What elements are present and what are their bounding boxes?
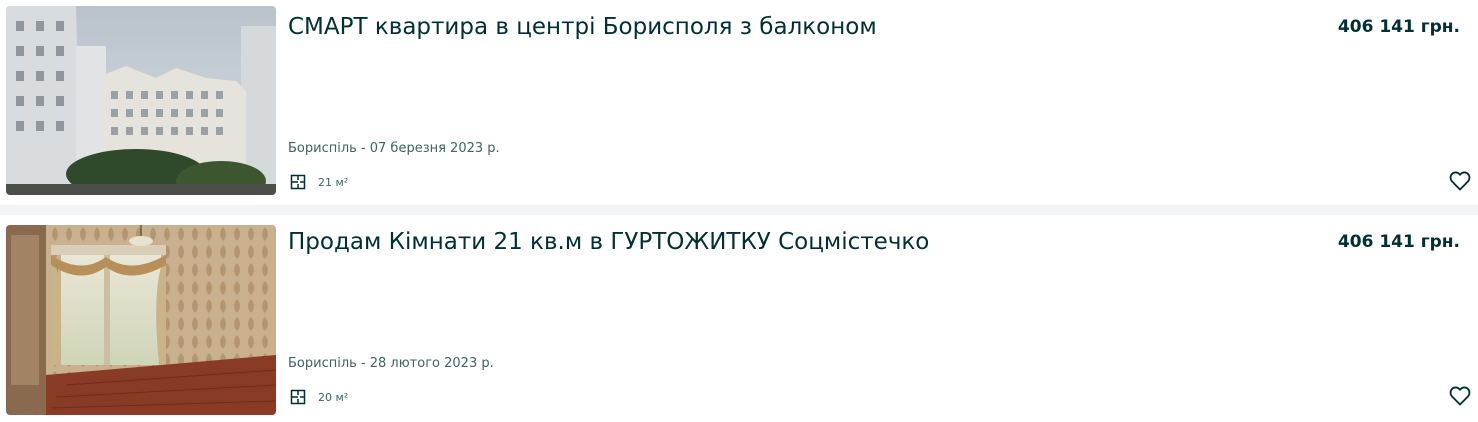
listing-card[interactable]: СМАРТ квартира в центрі Борисполя з балк… xyxy=(0,0,1478,205)
listing-area-value: 21 м² xyxy=(318,175,349,189)
listing-location-date: Бориспіль - 28 лютого 2023 р. xyxy=(288,356,494,371)
listing-photo[interactable] xyxy=(6,6,276,195)
heart-icon xyxy=(1449,171,1471,191)
listing-area: 21 м² xyxy=(290,174,348,190)
floor-plan-icon xyxy=(290,174,306,190)
listing-title[interactable]: Продам Кімнати 21 кв.м в ГУРТОЖИТКУ Соцм… xyxy=(288,227,929,257)
listing-location-date: Бориспіль - 07 березня 2023 р. xyxy=(288,141,500,156)
listing-area-value: 20 м² xyxy=(318,390,349,404)
listing-price: 406 141 грн. xyxy=(1337,232,1460,252)
listing-card[interactable]: Продам Кімнати 21 кв.м в ГУРТОЖИТКУ Соцм… xyxy=(0,215,1478,422)
listing-title[interactable]: СМАРТ квартира в центрі Борисполя з балк… xyxy=(288,12,877,42)
listing-price: 406 141 грн. xyxy=(1337,17,1460,37)
favorite-button[interactable] xyxy=(1448,384,1472,408)
listing-area: 20 м² xyxy=(290,389,348,405)
floor-plan-icon xyxy=(290,389,306,405)
heart-icon xyxy=(1449,386,1471,406)
listing-photo[interactable] xyxy=(6,225,276,415)
favorite-button[interactable] xyxy=(1448,169,1472,193)
